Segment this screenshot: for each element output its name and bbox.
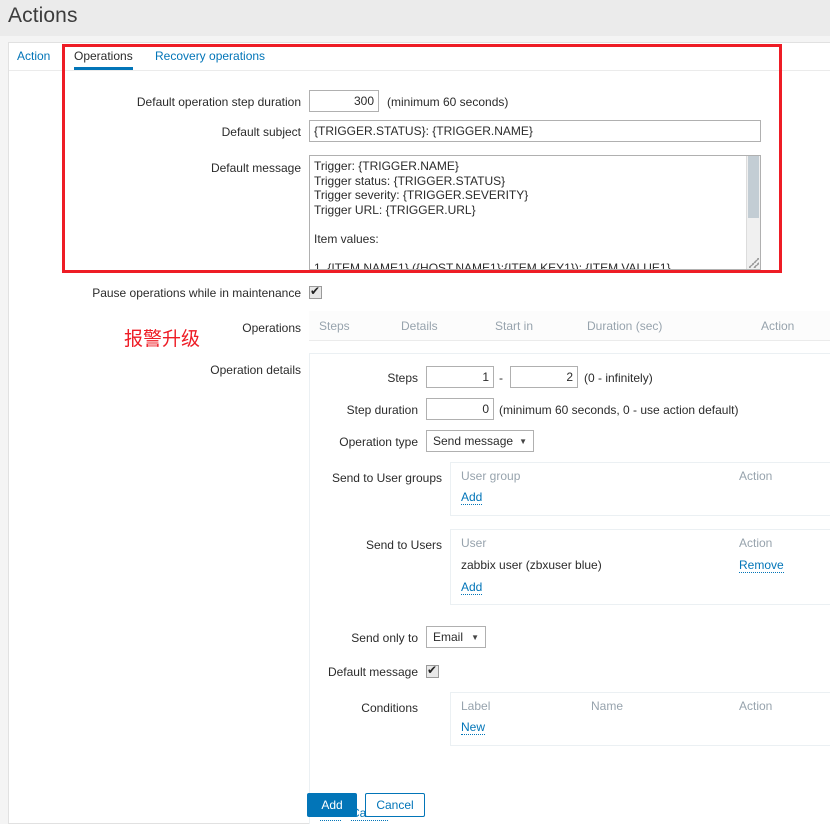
user-groups-table: User group Action Add: [450, 462, 830, 516]
steps-to-input[interactable]: [510, 366, 578, 388]
tab-bar: Action Operations Recovery operations: [9, 43, 830, 71]
step-duration-label: Step duration: [346, 403, 418, 417]
steps-from-input[interactable]: [426, 366, 494, 388]
cancel-button[interactable]: Cancel: [365, 793, 425, 817]
operation-details-label: Operation details: [210, 363, 301, 377]
ops-col-details: Details: [401, 319, 438, 333]
ops-col-steps: Steps: [319, 319, 350, 333]
operation-type-label: Operation type: [339, 435, 418, 449]
users-table: User Action zabbix user (zbxuser blue) R…: [450, 529, 830, 605]
pause-maintenance-label: Pause operations while in maintenance: [92, 286, 301, 300]
steps-separator: -: [499, 371, 503, 385]
step-duration-input[interactable]: [426, 398, 494, 420]
tab-operations-label: Operations: [74, 49, 133, 63]
default-subject-label: Default subject: [221, 125, 301, 139]
conditions-col-label: Label: [461, 699, 491, 713]
send-only-to-value: Email: [433, 630, 464, 644]
default-step-duration-input[interactable]: [309, 90, 379, 112]
textarea-scrollbar[interactable]: [746, 156, 760, 269]
default-message-textarea[interactable]: Trigger: {TRIGGER.NAME} Trigger status: …: [309, 155, 761, 270]
default-step-duration-hint: (minimum 60 seconds): [387, 95, 509, 109]
send-only-to-select[interactable]: Email ▼: [426, 626, 486, 648]
op-default-message-label: Default message: [327, 665, 418, 679]
main-panel: Action Operations Recovery operations De…: [8, 42, 830, 824]
users-col-action: Action: [739, 536, 773, 550]
steps-label: Steps: [387, 371, 418, 385]
send-only-to-label: Send only to: [351, 631, 418, 645]
conditions-col-action: Action: [739, 699, 773, 713]
users-add-link[interactable]: Add: [461, 580, 483, 595]
tab-operations[interactable]: Operations: [74, 49, 133, 70]
textarea-resize-grip[interactable]: [749, 258, 759, 268]
ops-col-duration: Duration (sec): [587, 319, 663, 333]
conditions-col-name: Name: [591, 699, 624, 713]
tab-active-underline: [74, 67, 133, 70]
users-col-name: User: [461, 536, 487, 550]
conditions-label: Conditions: [361, 701, 418, 715]
user-groups-add-link[interactable]: Add: [461, 490, 483, 505]
op-default-message-checkbox[interactable]: [426, 663, 439, 678]
conditions-new-link[interactable]: New: [461, 720, 486, 735]
user-groups-col-name: User group: [461, 469, 521, 483]
tab-recovery-operations[interactable]: Recovery operations: [155, 49, 265, 63]
operation-type-select[interactable]: Send message ▼: [426, 430, 534, 452]
default-message-textarea-wrap: Trigger: {TRIGGER.NAME} Trigger status: …: [309, 155, 761, 270]
chevron-down-icon: ▼: [519, 437, 527, 446]
ops-col-action: Action: [761, 319, 795, 333]
users-row-remove-link[interactable]: Remove: [739, 558, 784, 573]
send-to-users-label: Send to Users: [365, 538, 442, 552]
default-step-duration-label: Default operation step duration: [136, 95, 301, 109]
default-message-label: Default message: [210, 161, 301, 175]
operations-table-header: Steps Details Start in Duration (sec) Ac…: [309, 311, 830, 341]
page-header: Actions: [0, 0, 830, 36]
operation-type-value: Send message: [433, 434, 514, 448]
textarea-scrollbar-thumb[interactable]: [748, 156, 759, 219]
send-to-user-groups-label: Send to User groups: [331, 471, 442, 485]
page-title: Actions: [8, 4, 78, 27]
users-row-name: zabbix user (zbxuser blue): [461, 558, 602, 572]
tab-action[interactable]: Action: [17, 49, 50, 63]
ops-col-start-in: Start in: [495, 319, 534, 333]
pause-maintenance-checkbox[interactable]: [309, 284, 322, 299]
steps-hint: (0 - infinitely): [584, 371, 653, 385]
annotation-text: 报警升级: [124, 328, 201, 350]
operation-details-panel: Steps - (0 - infinitely) Step duration (…: [309, 353, 830, 824]
page-root: Actions Action Operations Recovery opera…: [0, 0, 830, 824]
user-groups-col-action: Action: [739, 469, 773, 483]
step-duration-hint: (minimum 60 seconds, 0 - use action defa…: [499, 403, 739, 417]
chevron-down-icon-2: ▼: [471, 633, 479, 642]
conditions-table: Label Name Action New: [450, 692, 830, 746]
default-subject-input[interactable]: [309, 120, 761, 142]
add-button[interactable]: Add: [307, 793, 357, 817]
